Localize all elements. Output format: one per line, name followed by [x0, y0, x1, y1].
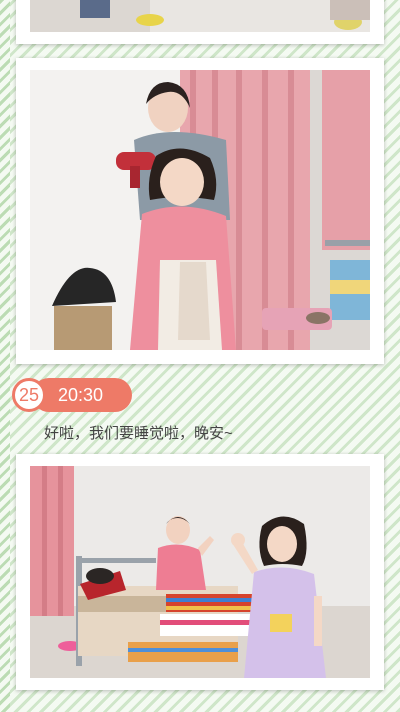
day-number: 25: [18, 384, 40, 405]
entry-caption: 好啦，我们要睡觉啦，晚安~: [44, 425, 233, 442]
photo-card-hair-drying: [16, 58, 384, 364]
day-number-badge: 25: [12, 378, 46, 412]
time-pill: 20:30: [32, 378, 132, 412]
time-label: 20:30: [58, 384, 104, 405]
photo-bedroom-waving[interactable]: [30, 466, 370, 678]
photo-top-partial[interactable]: [30, 0, 370, 32]
photo-card-top: [16, 0, 384, 44]
photo-card-bedroom: [16, 454, 384, 690]
photo-hair-drying[interactable]: [30, 70, 370, 350]
decorative-strip: [0, 0, 10, 712]
